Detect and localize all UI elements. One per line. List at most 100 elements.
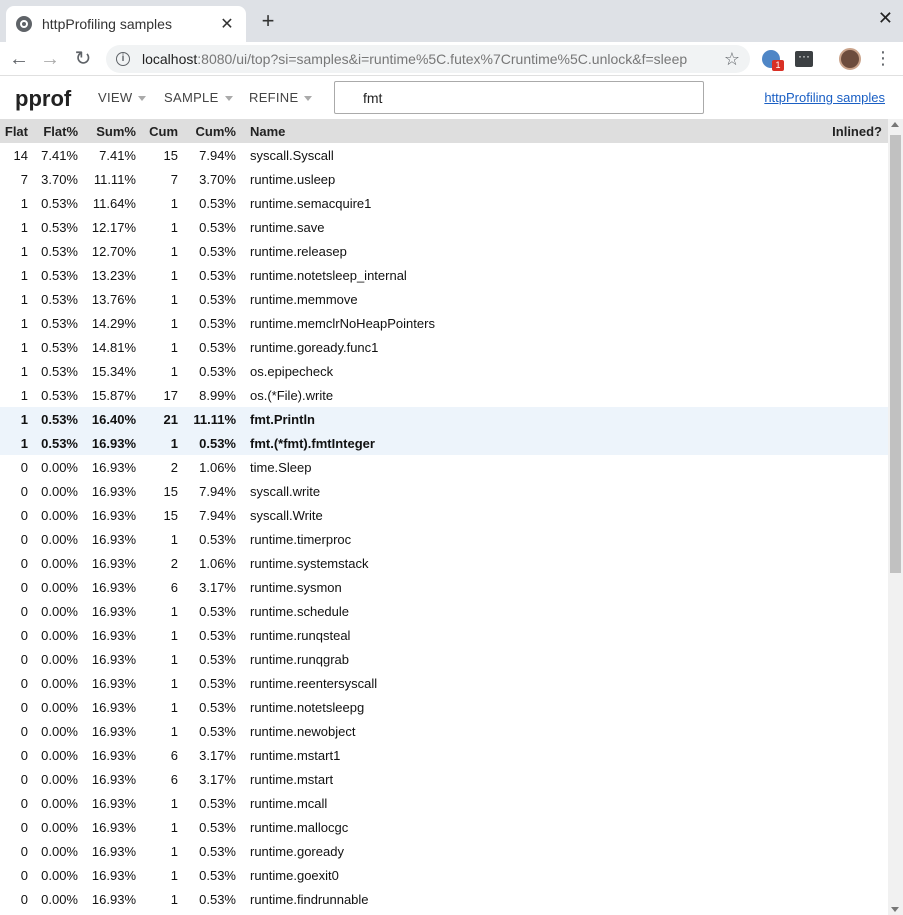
column-header-sum-pct[interactable]: Sum% — [82, 119, 140, 143]
scrollbar-thumb[interactable] — [890, 135, 901, 573]
table-row[interactable]: 0 0.00% 16.93% 1 0.53% runtime.newobject — [0, 719, 888, 743]
table-row[interactable]: 0 0.00% 16.93% 1 0.53% runtime.goready — [0, 839, 888, 863]
cell-sum-pct: 16.93% — [91, 747, 136, 763]
table-row[interactable]: 1 0.53% 15.34% 1 0.53% os.epipecheck — [0, 359, 888, 383]
cell-sum-pct: 16.93% — [91, 675, 136, 691]
cell-name: runtime.reentersyscall — [250, 675, 378, 691]
cell-cum-pct: 0.53% — [199, 243, 236, 259]
refine-menu[interactable]: REFINE — [249, 90, 313, 105]
extension-globe-icon[interactable]: 1 — [762, 50, 784, 71]
table-row[interactable]: 0 0.00% 16.93% 1 0.53% runtime.goexit0 — [0, 863, 888, 887]
cell-cum-pct: 0.53% — [199, 675, 236, 691]
cell-cum: 1 — [170, 651, 178, 667]
table-row[interactable]: 0 0.00% 16.93% 1 0.53% runtime.runqsteal — [0, 623, 888, 647]
table-row[interactable]: 0 0.00% 16.93% 1 0.53% runtime.mcall — [0, 791, 888, 815]
cell-name: runtime.mstart1 — [250, 747, 341, 763]
cell-name: runtime.schedule — [250, 603, 349, 619]
view-menu[interactable]: VIEW — [98, 90, 147, 105]
table-row[interactable]: 0 0.00% 16.93% 2 1.06% runtime.systemstack — [0, 551, 888, 575]
column-header-cum[interactable]: Cum — [140, 119, 182, 143]
table-row[interactable]: 0 0.00% 16.93% 1 0.53% runtime.notetsleepg — [0, 695, 888, 719]
table-row[interactable]: 0 0.00% 16.93% 1 0.53% runtime.findrunnable — [0, 887, 888, 911]
table-row[interactable]: 1 0.53% 11.64% 1 0.53% runtime.semacquire1 — [0, 191, 888, 215]
table-header-row: Flat Flat% Sum% Cum Cum% Name Inlined? — [0, 119, 888, 143]
cell-cum-pct: 7.94% — [199, 483, 236, 499]
table-row[interactable]: 1 0.53% 12.70% 1 0.53% runtime.releasep — [0, 239, 888, 263]
column-header-cum-pct[interactable]: Cum% — [182, 119, 240, 143]
table-row[interactable]: 1 0.53% 14.81% 1 0.53% runtime.goready.func1 — [0, 335, 888, 359]
cell-sum-pct: 16.93% — [91, 891, 136, 907]
top-table: Flat Flat% Sum% Cum Cum% Name Inlined? 1… — [0, 119, 888, 911]
table-row[interactable]: 1 0.53% 12.17% 1 0.53% runtime.save — [0, 215, 888, 239]
chevron-down-icon — [224, 96, 233, 102]
close-tab-icon[interactable]: ✕ — [218, 14, 236, 34]
back-arrow-icon[interactable]: ← — [6, 46, 32, 72]
browser-menu-icon[interactable]: ⋮ — [874, 47, 892, 69]
table-row[interactable]: 0 0.00% 16.93% 1 0.53% runtime.timerproc — [0, 527, 888, 551]
cell-sum-pct: 12.17% — [91, 219, 136, 235]
table-row[interactable]: 0 0.00% 16.93% 6 3.17% runtime.sysmon — [0, 575, 888, 599]
profile-title-link[interactable]: httpProfiling samples — [764, 90, 885, 105]
cell-cum-pct: 11.11% — [182, 407, 240, 431]
column-header-flat[interactable]: Flat — [0, 119, 32, 143]
table-row[interactable]: 0 0.00% 16.93% 1 0.53% runtime.runqgrab — [0, 647, 888, 671]
reload-icon[interactable]: ↻ — [70, 46, 96, 72]
sample-menu[interactable]: SAMPLE — [164, 90, 233, 105]
table-row[interactable]: 1 0.53% 16.40% 21 11.11% fmt.Println — [0, 407, 888, 431]
table-row[interactable]: 1 0.53% 16.93% 1 0.53% fmt.(*fmt).fmtInteger — [0, 431, 888, 455]
table-row[interactable]: 1 0.53% 15.87% 17 8.99% os.(*File).write — [0, 383, 888, 407]
cell-flat-pct: 0.00% — [41, 819, 78, 835]
scroll-up-icon[interactable] — [891, 122, 899, 127]
cell-cum-pct: 1.06% — [199, 459, 236, 475]
cell-inlined — [808, 359, 888, 383]
table-row[interactable]: 0 0.00% 16.93% 6 3.17% runtime.mstart — [0, 767, 888, 791]
table-row[interactable]: 0 0.00% 16.93% 1 0.53% runtime.mallocgc — [0, 815, 888, 839]
table-row[interactable]: 0 0.00% 16.93% 1 0.53% runtime.reentersyscall — [0, 671, 888, 695]
cell-flat-pct: 0.00% — [41, 531, 78, 547]
cell-inlined — [808, 623, 888, 647]
cell-sum-pct: 16.93% — [91, 699, 136, 715]
scroll-down-icon[interactable] — [891, 907, 899, 912]
address-bar[interactable]: i localhost:8080/ui/top?si=samples&i=run… — [106, 45, 750, 73]
cell-sum-pct: 16.93% — [82, 431, 140, 455]
extension-icon[interactable] — [795, 49, 813, 67]
column-header-flat-pct[interactable]: Flat% — [32, 119, 82, 143]
bookmark-star-icon[interactable]: ☆ — [724, 49, 740, 70]
browser-tab[interactable]: httpProfiling samples ✕ — [6, 6, 246, 42]
cell-inlined — [808, 599, 888, 623]
search-input[interactable] — [334, 81, 704, 114]
cell-cum-pct: 0.53% — [199, 843, 236, 859]
column-header-name[interactable]: Name — [240, 119, 808, 143]
forward-arrow-icon[interactable]: → — [37, 46, 63, 72]
table-row[interactable]: 7 3.70% 11.11% 7 3.70% runtime.usleep — [0, 167, 888, 191]
info-icon[interactable]: i — [116, 52, 130, 66]
profile-avatar[interactable] — [839, 48, 861, 70]
pprof-logo[interactable]: pprof — [15, 86, 71, 112]
cell-name: runtime.semacquire1 — [250, 195, 372, 211]
cell-name: runtime.runqsteal — [250, 627, 351, 643]
table-row[interactable]: 14 7.41% 7.41% 15 7.94% syscall.Syscall — [0, 143, 888, 167]
cell-cum-pct: 0.53% — [199, 603, 236, 619]
table-row[interactable]: 1 0.53% 14.29% 1 0.53% runtime.memclrNoHeapPo… — [0, 311, 888, 335]
cell-inlined — [808, 767, 888, 791]
cell-flat-pct: 0.53% — [32, 431, 82, 455]
table-row[interactable]: 0 0.00% 16.93% 15 7.94% syscall.write — [0, 479, 888, 503]
window-close-button[interactable]: ✕ — [878, 8, 893, 29]
cell-cum: 1 — [170, 291, 178, 307]
table-row[interactable]: 0 0.00% 16.93% 2 1.06% time.Sleep — [0, 455, 888, 479]
cell-inlined — [808, 575, 888, 599]
table-row[interactable]: 1 0.53% 13.76% 1 0.53% runtime.memmove — [0, 287, 888, 311]
cell-flat-pct: 0.00% — [41, 651, 78, 667]
vertical-scrollbar[interactable] — [888, 119, 903, 915]
table-row[interactable]: 0 0.00% 16.93% 15 7.94% syscall.Write — [0, 503, 888, 527]
column-header-inlined[interactable]: Inlined? — [808, 119, 888, 143]
table-row[interactable]: 1 0.53% 13.23% 1 0.53% runtime.notetsleep_int… — [0, 263, 888, 287]
url-path: :8080/ui/top?si=samples&i=runtime%5C.fut… — [197, 51, 688, 67]
cell-flat-pct: 0.00% — [41, 723, 78, 739]
new-tab-button[interactable]: + — [256, 10, 280, 32]
url-text[interactable]: localhost:8080/ui/top?si=samples&i=runti… — [142, 51, 718, 67]
cell-name: runtime.sysmon — [250, 579, 342, 595]
table-row[interactable]: 0 0.00% 16.93% 1 0.53% runtime.schedule — [0, 599, 888, 623]
table-row[interactable]: 0 0.00% 16.93% 6 3.17% runtime.mstart1 — [0, 743, 888, 767]
cell-cum: 1 — [170, 603, 178, 619]
